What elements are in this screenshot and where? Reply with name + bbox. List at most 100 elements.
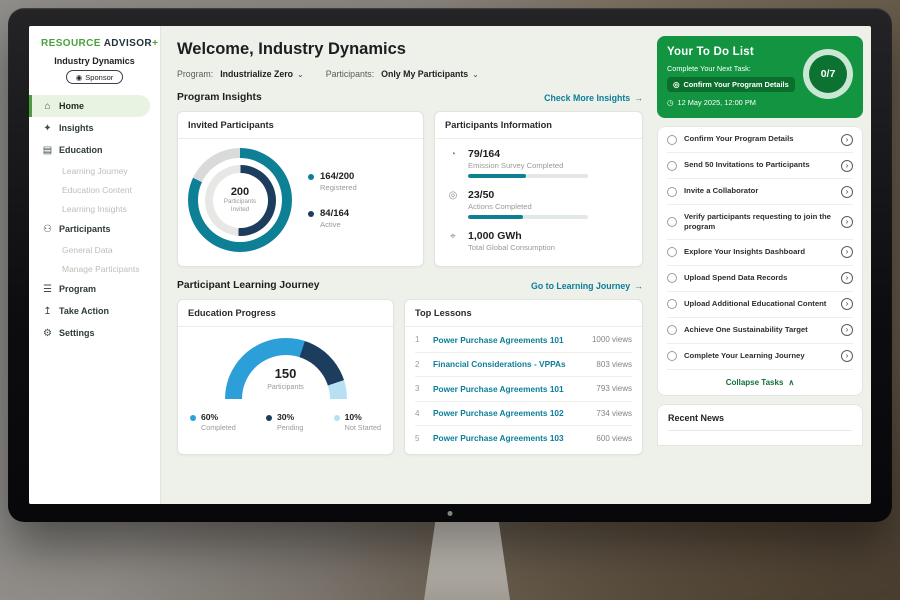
task-row[interactable]: Send 50 Invitations to Participants › (667, 153, 853, 179)
chevron-right-icon[interactable]: › (841, 272, 853, 284)
check-more-insights-link[interactable]: Check More Insights → (544, 93, 643, 103)
clock-icon: ◷ (667, 98, 673, 107)
task-checkbox[interactable] (667, 135, 677, 145)
program-filter-value: Industrialize Zero (220, 69, 293, 79)
sidebar-item-label: Participants (59, 224, 111, 234)
insights-icon: ✦ (42, 123, 53, 134)
chevron-right-icon[interactable]: › (841, 298, 853, 310)
sidebar-item-program[interactable]: ☰ Program (29, 278, 160, 300)
actions-icon: ◎ (447, 189, 459, 219)
take-action-icon: ↥ (42, 306, 53, 317)
todo-progress-value: 0/7 (809, 55, 847, 93)
education-icon: ▤ (42, 145, 53, 156)
task-row[interactable]: Complete Your Learning Journey › (667, 344, 853, 370)
chevron-down-icon: ⌄ (472, 70, 479, 79)
participants-filter-dropdown[interactable]: Only My Participants ⌄ (381, 69, 479, 79)
task-checkbox[interactable] (667, 325, 677, 335)
sidebar-item-label: Take Action (59, 306, 109, 316)
filter-bar: Program: Industrialize Zero ⌄ Participan… (177, 69, 643, 79)
lesson-row: 5 Power Purchase Agreements 103 600 view… (415, 426, 632, 451)
sidebar-item-home[interactable]: ⌂ Home (29, 95, 150, 117)
lesson-link[interactable]: Power Purchase Agreements 102 (433, 408, 588, 418)
sidebar-item-participants[interactable]: ⚇ Participants (29, 218, 160, 240)
donut-outer-ring: 200 Participants Invited (188, 148, 292, 252)
monitor-stand (424, 516, 510, 600)
task-checkbox[interactable] (667, 351, 677, 361)
sidebar-item-insights[interactable]: ✦ Insights (29, 117, 160, 139)
lesson-link[interactable]: Financial Considerations - VPPAs (433, 359, 588, 369)
sidebar-item-learning-journey[interactable]: Learning Journey (29, 161, 160, 180)
donut-inner-ring: 200 Participants Invited (205, 165, 276, 236)
task-checkbox[interactable] (667, 187, 677, 197)
completed-dot (190, 415, 196, 421)
stat-progress-fill (468, 174, 526, 178)
task-checkbox[interactable] (667, 161, 677, 171)
next-task-pill[interactable]: ◎ Confirm Your Program Details (667, 77, 795, 92)
sidebar-item-education[interactable]: ▤ Education (29, 139, 160, 161)
participants-icon: ⚇ (42, 224, 53, 235)
task-row[interactable]: Explore Your Insights Dashboard › (667, 240, 853, 266)
sidebar-item-label: Education (59, 145, 103, 155)
logo-plus: + (152, 38, 158, 49)
active-dot (308, 211, 314, 217)
task-row[interactable]: Verify participants requesting to join t… (667, 205, 853, 240)
section-title: Program Insights (177, 92, 262, 103)
program-filter-dropdown[interactable]: Industrialize Zero ⌄ (220, 69, 304, 79)
chevron-right-icon[interactable]: › (841, 134, 853, 146)
invited-participants-card: Invited Participants 200 Participants In… (177, 111, 424, 267)
task-row[interactable]: Achieve One Sustainability Target › (667, 318, 853, 344)
task-row[interactable]: Upload Additional Educational Content › (667, 292, 853, 318)
recent-news-title: Recent News (668, 413, 852, 431)
card-title: Top Lessons (405, 300, 642, 327)
task-checkbox[interactable] (667, 217, 677, 227)
chevron-right-icon[interactable]: › (841, 186, 853, 198)
program-filter-label: Program: (177, 69, 213, 79)
sidebar-item-learning-insights[interactable]: Learning Insights (29, 199, 160, 218)
education-progress-card: Education Progress 150 Participants 60% (177, 299, 394, 455)
chevron-right-icon[interactable]: › (841, 350, 853, 362)
card-title: Invited Participants (178, 112, 423, 139)
pending-dot (266, 415, 272, 421)
sidebar-item-label: Insights (59, 123, 94, 133)
todo-panel: Your To Do List Complete Your Next Task:… (657, 36, 863, 446)
task-row[interactable]: Invite a Collaborator › (667, 179, 853, 205)
go-to-learning-journey-link[interactable]: Go to Learning Journey → (531, 281, 643, 291)
chevron-right-icon[interactable]: › (841, 160, 853, 172)
section-title: Participant Learning Journey (177, 280, 319, 291)
sidebar-item-education-content[interactable]: Education Content (29, 180, 160, 199)
lesson-link[interactable]: Power Purchase Agreements 101 (433, 335, 584, 345)
task-row[interactable]: Confirm Your Program Details › (667, 127, 853, 153)
logo-advisor: ADVISOR (104, 38, 152, 49)
sidebar-item-label: Program (59, 284, 96, 294)
task-checkbox[interactable] (667, 273, 677, 283)
chevron-right-icon[interactable]: › (841, 324, 853, 336)
sidebar-item-general-data[interactable]: General Data (29, 240, 160, 259)
arrow-right-icon: → (634, 281, 643, 291)
logo-resource: RESOURCE (41, 38, 101, 49)
chevron-right-icon[interactable]: › (841, 216, 853, 228)
global-consumption-stat: ⌖ 1,000 GWh Total Global Consumption (447, 230, 630, 252)
task-checkbox[interactable] (667, 299, 677, 309)
sidebar-item-label: Home (59, 101, 84, 111)
gauge-icon: ◔ (447, 148, 459, 178)
participants-filter-label: Participants: (326, 69, 374, 79)
sidebar-nav: ⌂ Home ✦ Insights ▤ Education Learning J… (29, 95, 160, 344)
chevron-right-icon[interactable]: › (841, 246, 853, 258)
sponsor-badge: ◉ Sponsor (66, 70, 123, 84)
sidebar-item-manage-participants[interactable]: Manage Participants (29, 259, 160, 278)
lesson-link[interactable]: Power Purchase Agreements 103 (433, 433, 588, 443)
main-content: Welcome, Industry Dynamics Program: Indu… (161, 26, 655, 504)
sidebar: RESOURCE ADVISOR+ Industry Dynamics ◉ Sp… (29, 26, 161, 504)
task-row[interactable]: Upload Spend Data Records › (667, 266, 853, 292)
actions-completed-stat: ◎ 23/50 Actions Completed (447, 189, 630, 219)
org-block: Industry Dynamics ◉ Sponsor (29, 56, 160, 84)
task-checkbox[interactable] (667, 247, 677, 257)
collapse-tasks-button[interactable]: Collapse Tasks ∧ (667, 370, 853, 395)
lesson-link[interactable]: Power Purchase Agreements 101 (433, 384, 588, 394)
legend-not-started: 10% Not Started (334, 412, 381, 432)
next-task-due: ◷ 12 May 2025, 12:00 PM (667, 98, 853, 107)
sidebar-item-settings[interactable]: ⚙ Settings (29, 322, 160, 344)
sponsor-icon: ◉ (76, 73, 83, 82)
participants-information-card: Participants Information ◔ 79/164 Emissi… (434, 111, 643, 267)
sidebar-item-take-action[interactable]: ↥ Take Action (29, 300, 160, 322)
